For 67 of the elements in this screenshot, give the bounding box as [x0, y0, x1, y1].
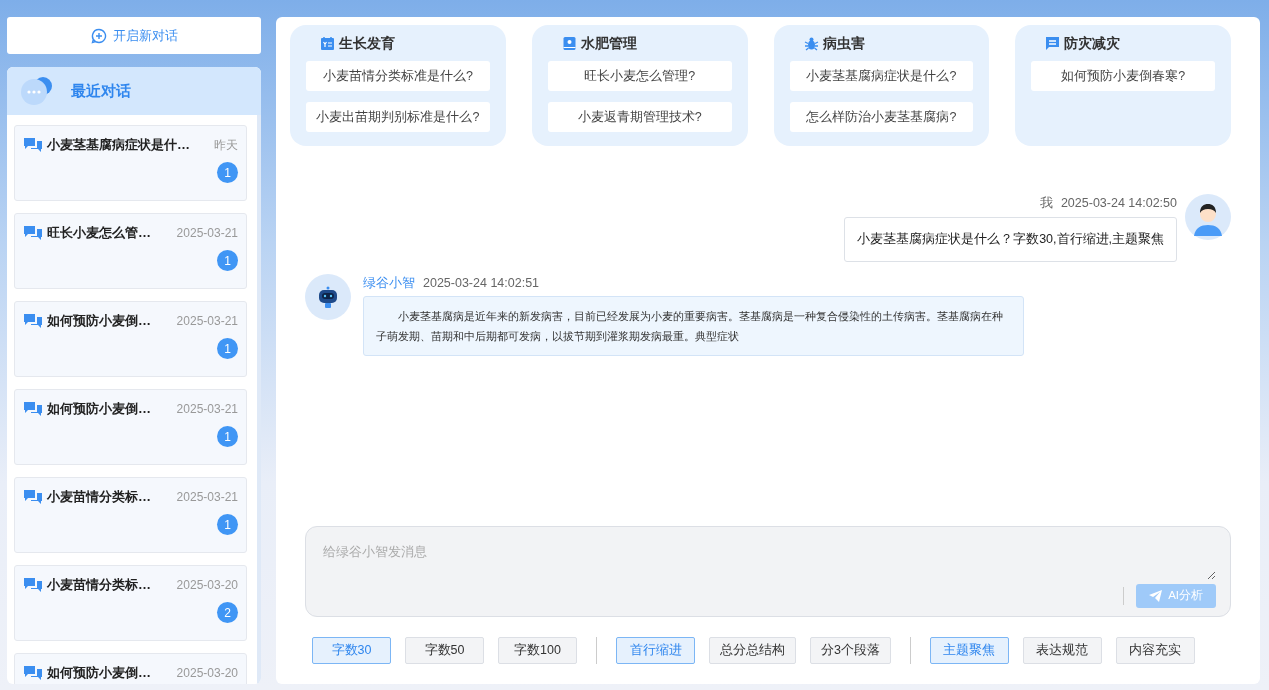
user-message: 小麦茎基腐病症状是什么？字数30,首行缩进,主题聚焦	[844, 216, 1177, 262]
chat-icon	[23, 312, 43, 330]
message-count: 1	[217, 426, 238, 447]
user-avatar	[1185, 194, 1231, 240]
suggested-question[interactable]: 小麦返青期管理技术?	[547, 102, 732, 132]
conversation-item[interactable]: 旺长小麦怎么管… 2025-03-21 1	[14, 213, 247, 289]
conversation-date: 昨天	[214, 137, 238, 154]
conversation-item[interactable]: 如何预防小麦倒… 2025-03-20	[14, 653, 247, 684]
conversation-date: 2025-03-21	[176, 489, 238, 506]
conversation-item[interactable]: 小麦苗情分类标… 2025-03-21 1	[14, 477, 247, 553]
book-icon	[561, 35, 577, 51]
message-time: 2025-03-24 14:02:51	[423, 274, 540, 292]
conversation-title: 如何预防小麦倒…	[47, 312, 151, 330]
conversation-title: 小麦苗情分类标…	[47, 488, 151, 506]
suggested-question[interactable]: 如何预防小麦倒春寒?	[1031, 61, 1215, 91]
option-chip[interactable]: 表达规范	[1022, 637, 1102, 664]
message-icon	[1045, 35, 1061, 51]
chat-icon	[23, 400, 43, 418]
conversation-title: 旺长小麦怎么管…	[47, 224, 151, 242]
sender-name: 绿谷小智	[363, 274, 415, 292]
bot-message: 小麦茎基腐病是近年来的新发病害，目前已经发展为小麦的重要病害。茎基腐病是一种复合侵染性的土传病害。茎基腐病在种子萌发期、苗期和中后期都可发病，以拔节期到灌浆期发病最重。典型症状	[363, 296, 1024, 357]
send-icon	[1149, 590, 1163, 602]
conversation-title: 如何预防小麦倒…	[47, 664, 151, 682]
conversation-title: 小麦苗情分类标…	[47, 576, 151, 594]
category-title: 生长发育	[339, 33, 395, 53]
option-chip[interactable]: 字数50	[405, 637, 484, 664]
suggested-question[interactable]: 旺长小麦怎么管理?	[547, 61, 732, 91]
conversation-item[interactable]: 如何预防小麦倒… 2025-03-21 1	[14, 389, 247, 465]
conversation-title: 如何预防小麦倒…	[47, 400, 151, 418]
sender-name: 我	[1039, 195, 1053, 212]
calendar-icon	[320, 35, 335, 51]
message-count: 1	[217, 514, 238, 535]
conversation-date: 2025-03-21	[176, 401, 238, 418]
message-count: 2	[217, 602, 238, 623]
option-chip[interactable]: 字数100	[498, 637, 577, 664]
chat-icon	[23, 136, 43, 154]
chat-icon	[23, 664, 43, 682]
robot-avatar	[305, 273, 351, 320]
conversation-date: 2025-03-20	[176, 577, 238, 594]
chat-bubble-icon	[19, 76, 55, 106]
conversation-item[interactable]: 小麦茎基腐病症状是什… 昨天 1	[14, 125, 247, 201]
option-chip[interactable]: 内容充实	[1115, 637, 1195, 664]
category-title: 病虫害	[822, 33, 865, 53]
category-title: 水肥管理	[580, 33, 637, 53]
suggested-question[interactable]: 小麦茎基腐病症状是什么?	[789, 61, 974, 91]
message-count: 1	[217, 338, 238, 359]
conversation-item[interactable]: 小麦苗情分类标… 2025-03-20 2	[14, 565, 247, 641]
option-chip[interactable]: 总分总结构	[709, 637, 796, 664]
suggested-question[interactable]: 小麦出苗期判别标准是什么?	[306, 102, 490, 132]
chat-icon	[23, 224, 43, 242]
chat-icon	[23, 488, 43, 506]
conversation-item[interactable]: 如何预防小麦倒… 2025-03-21 1	[14, 301, 247, 377]
suggested-question[interactable]: 小麦苗情分类标准是什么?	[306, 61, 490, 91]
conversation-title: 小麦茎基腐病症状是什…	[47, 136, 190, 154]
option-chip[interactable]: 分3个段落	[810, 637, 891, 664]
conversation-date: 2025-03-21	[176, 225, 238, 242]
chat-icon	[23, 576, 43, 594]
conversation-date: 2025-03-21	[176, 313, 238, 330]
recent-title: 最近对话	[71, 80, 131, 101]
bug-icon	[803, 35, 819, 51]
message-time: 2025-03-24 14:02:50	[1060, 195, 1177, 212]
message-count: 1	[217, 162, 238, 183]
category-title: 防灾减灾	[1064, 33, 1121, 53]
message-count: 1	[217, 250, 238, 271]
new-chat-button[interactable]: 开启新对话	[7, 17, 261, 54]
conversation-date: 2025-03-20	[176, 665, 238, 682]
suggested-question[interactable]: 怎么样防治小麦茎基腐病?	[789, 102, 974, 132]
